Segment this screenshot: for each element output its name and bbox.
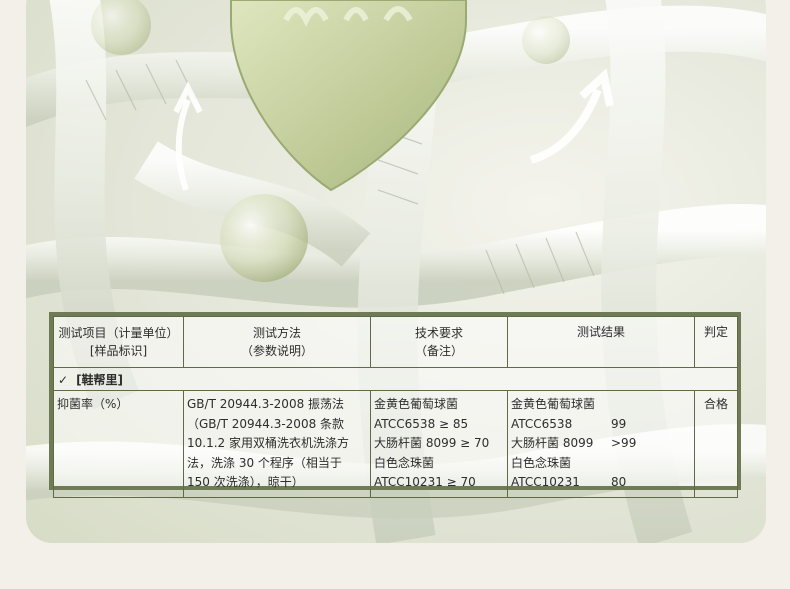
cell-verdict: 合格 <box>694 390 738 498</box>
result-label: 大肠杆菌 8099 <box>511 436 594 450</box>
section-row: ✓ [鞋帮里] <box>53 367 738 391</box>
header-technical-requirement: 技术要求 （备注） <box>370 316 508 368</box>
method-line: GB/T 20944.3-2008 振荡法 <box>187 397 345 411</box>
section-label: ✓ [鞋帮里] <box>53 367 738 391</box>
result-value: 99 <box>611 416 627 431</box>
result-line: 白色念珠菌 <box>511 454 691 474</box>
table-row: 抑菌率（%） GB/T 20944.3-2008 振荡法 （GB/T 20944… <box>53 390 738 498</box>
header-line: [样品标识] <box>89 344 148 358</box>
result-value: >99 <box>611 436 637 450</box>
header-line: 判定 <box>703 325 728 339</box>
header-line: （备注） <box>414 344 463 358</box>
header-line: 技术要求 <box>414 326 463 340</box>
method-line: 10.1.2 家用双桶洗衣机洗涤方 <box>187 436 349 450</box>
section-title: [鞋帮里] <box>76 372 124 387</box>
requirement-line: 白色念珠菌 <box>374 455 435 470</box>
header-line: （参数说明） <box>240 344 313 358</box>
result-value: 80 <box>611 475 627 489</box>
result-label: 白色念珠菌 <box>511 455 572 470</box>
method-line: 150 次洗涤），晾干） <box>187 475 304 489</box>
header-test-item: 测试项目（计量单位） [样品标识] <box>53 316 184 368</box>
table-header-row: 测试项目（计量单位） [样品标识] 测试方法 （参数说明） 技术要求 （备注） … <box>53 316 738 368</box>
test-results-table: 测试项目（计量单位） [样品标识] 测试方法 （参数说明） 技术要求 （备注） … <box>53 316 738 498</box>
cell-requirement: 金黄色葡萄球菌 ATCC6538 ≥ 85 大肠杆菌 8099 ≥ 70 白色念… <box>370 390 508 498</box>
result-line: ATCC10231 80 <box>511 473 691 493</box>
antibacterial-test-report: 测试项目（计量单位） [样品标识] 测试方法 （参数说明） 技术要求 （备注） … <box>49 312 741 498</box>
result-line: 金黄色葡萄球菌 <box>511 395 691 415</box>
cell-method: GB/T 20944.3-2008 振荡法 （GB/T 20944.3-2008… <box>183 390 371 498</box>
checkmark-icon: ✓ <box>58 372 69 387</box>
header-line: 测试结果 <box>576 325 625 339</box>
header-test-result: 测试结果 <box>507 316 695 368</box>
header-line: 测试项目（计量单位） <box>58 326 179 340</box>
method-line: （GB/T 20944.3-2008 条款 <box>187 416 345 431</box>
requirement-line: ATCC10231 ≥ 70 <box>374 475 476 489</box>
requirement-line: 大肠杆菌 8099 ≥ 70 <box>374 436 490 450</box>
requirement-line: 金黄色葡萄球菌 <box>374 397 459 411</box>
header-verdict: 判定 <box>694 316 738 368</box>
requirement-line: ATCC6538 ≥ 85 <box>374 416 469 431</box>
result-line: ATCC6538 99 <box>511 415 691 435</box>
cell-item: 抑菌率（%） <box>53 390 184 498</box>
cell-result: 金黄色葡萄球菌 ATCC6538 99 大肠杆菌 8099 >99 白色念珠菌 AT… <box>507 390 695 498</box>
result-label: 金黄色葡萄球菌 <box>511 397 596 411</box>
header-test-method: 测试方法 （参数说明） <box>183 316 371 368</box>
header-line: 测试方法 <box>252 326 301 340</box>
result-label: ATCC6538 <box>511 416 573 431</box>
method-line: 法，洗涤 30 个程序（相当于 <box>187 455 342 470</box>
result-line: 大肠杆菌 8099 >99 <box>511 434 691 454</box>
result-label: ATCC10231 <box>511 475 580 489</box>
